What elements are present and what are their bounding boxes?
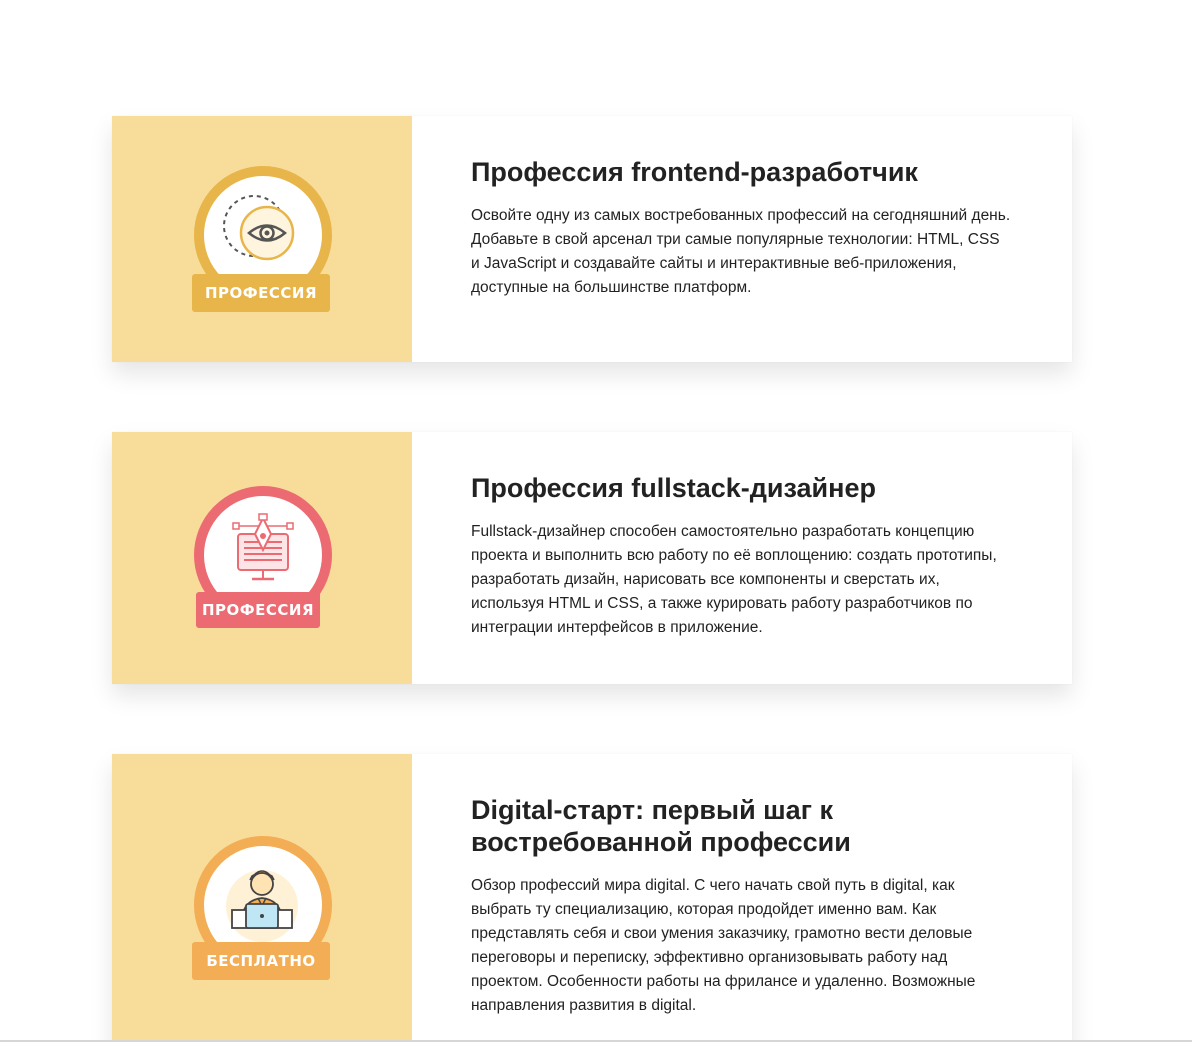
course-card-body: Профессия frontend-разработчик Освойте о… bbox=[412, 116, 1072, 362]
course-card-fullstack-designer[interactable]: ПРОФЕССИЯ Профессия fullstack-дизайнер F… bbox=[112, 432, 1072, 684]
badge-label: ПРОФЕССИЯ bbox=[192, 274, 330, 312]
course-card-media: БЕСПЛАТНО bbox=[112, 754, 412, 1042]
course-badge: ПРОФЕССИЯ bbox=[192, 484, 332, 634]
course-card-body: Профессия fullstack-дизайнер Fullstack-д… bbox=[412, 432, 1072, 684]
course-badge: ПРОФЕССИЯ bbox=[192, 164, 332, 314]
course-card-media: ПРОФЕССИЯ bbox=[112, 116, 412, 362]
course-card-digital-start[interactable]: БЕСПЛАТНО Digital-старт: первый шаг к во… bbox=[112, 754, 1072, 1042]
course-card-body: Digital-старт: первый шаг к востребованн… bbox=[412, 754, 1072, 1042]
pen-tool-monitor-icon bbox=[232, 513, 294, 581]
eye-icon bbox=[223, 195, 295, 261]
course-description: Освойте одну из самых востребованных про… bbox=[471, 207, 1011, 296]
course-badge: БЕСПЛАТНО bbox=[192, 834, 332, 984]
course-card-frontend[interactable]: ПРОФЕССИЯ Профессия frontend-разработчик… bbox=[112, 116, 1072, 362]
course-card-media: ПРОФЕССИЯ bbox=[112, 432, 412, 684]
badge-label: БЕСПЛАТНО bbox=[192, 942, 330, 980]
course-description: Fullstack-дизайнер способен самостоятель… bbox=[471, 523, 997, 636]
badge-label: ПРОФЕССИЯ bbox=[196, 592, 320, 628]
course-title[interactable]: Профессия fullstack-дизайнер bbox=[471, 472, 1022, 504]
course-title[interactable]: Профессия frontend-разработчик bbox=[471, 156, 1022, 188]
course-title[interactable]: Digital-старт: первый шаг к востребованн… bbox=[471, 794, 911, 858]
person-laptop-icon bbox=[226, 870, 298, 942]
course-list-page: ПРОФЕССИЯ Профессия frontend-разработчик… bbox=[0, 0, 1192, 1042]
course-description: Обзор профессий мира digital. С чего нач… bbox=[471, 877, 976, 1014]
